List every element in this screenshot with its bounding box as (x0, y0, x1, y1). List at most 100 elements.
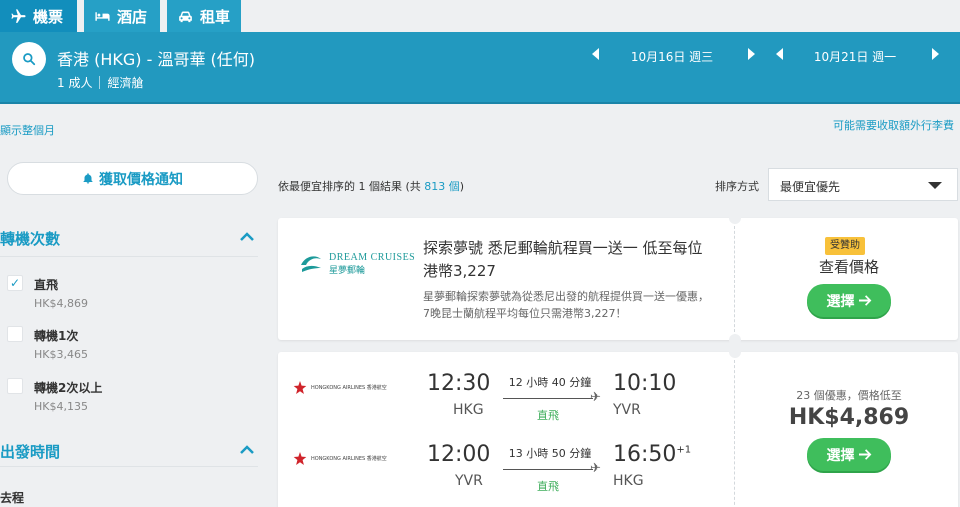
sort-label: 排序方式 (715, 180, 759, 193)
depart-date[interactable]: 10月16日 週三 (617, 48, 727, 65)
offers-count: 23 個優惠，價格低至 (796, 389, 902, 402)
dream-cruises-logo: DREAM CRUISES 星夢郵輪 (298, 251, 415, 277)
nonstop-checkbox[interactable]: ✓ (7, 275, 23, 291)
select-button-label: 選擇 (826, 293, 855, 310)
chevron-up-icon[interactable] (240, 445, 254, 455)
chevron-up-icon[interactable] (240, 232, 254, 242)
stops-filter-header[interactable]: 轉機次數 (0, 225, 258, 251)
flight-select-button[interactable]: 選擇 (807, 438, 891, 471)
price-alert-button[interactable]: 獲取價格通知 (7, 162, 258, 195)
arrow-right-icon (858, 449, 871, 460)
outbound-stops: 直飛 (537, 409, 559, 422)
bed-icon (95, 11, 110, 21)
inbound-origin-code: YVR (455, 473, 483, 489)
flight-line (503, 469, 593, 470)
tab-flights-label: 機票 (33, 7, 64, 26)
select-button-label: 選擇 (826, 447, 855, 464)
inbound-duration: 13 小時 50 分鐘 (508, 447, 592, 460)
divider (734, 226, 735, 332)
airline-name: HONGKONG AIRLINES 香港航空 (311, 456, 387, 462)
airline-name: HONGKONG AIRLINES 香港航空 (311, 385, 387, 391)
stops-option-label[interactable]: 轉機1次 (34, 327, 78, 344)
stops-filter-title: 轉機次數 (0, 230, 61, 248)
sponsored-badge: 受贊助 (825, 237, 865, 255)
outbound-duration: 12 小時 40 分鐘 (508, 376, 592, 389)
cabin-class: 經濟艙 (107, 76, 144, 90)
divider (734, 360, 735, 507)
flight-line (503, 398, 593, 399)
passenger-count: 1 成人 (57, 76, 93, 90)
stops-option-label[interactable]: 轉機2次以上 (34, 379, 102, 396)
outbound-origin-code: HKG (453, 402, 484, 418)
caret-down-icon (928, 182, 942, 189)
outbound-label: 去程 (0, 491, 25, 505)
ad-title[interactable]: 探索夢號 悉尼郵輪航程買一送一 低至每位港幣3,227 (423, 237, 713, 283)
lowest-price: HK$4,869 (788, 405, 910, 430)
stops-option-price: HK$4,869 (34, 297, 88, 310)
tab-hotels[interactable]: 酒店 (84, 0, 160, 32)
inbound-stops: 直飛 (537, 480, 559, 493)
outbound-depart-time: 12:30 (427, 371, 491, 396)
result-count-total[interactable]: 813 個 (424, 180, 460, 193)
plane-icon (11, 8, 26, 23)
sort-dropdown[interactable]: 最便宜優先 (768, 168, 958, 201)
inbound-destination-code: HKG (613, 473, 644, 489)
departure-time-filter-title: 出發時間 (0, 443, 61, 461)
tab-cars-label: 租車 (200, 7, 231, 26)
plane-icon: ✈ (590, 461, 601, 476)
hongkong-airlines-logo-icon (293, 381, 307, 394)
tab-hotels-label: 酒店 (117, 7, 148, 26)
two-plus-stops-checkbox[interactable] (7, 378, 23, 394)
ad-select-button[interactable]: 選擇 (807, 284, 891, 317)
search-summary-bar[interactable]: 香港 (HKG) - 溫哥華 (任何) 1 成人 經濟艙 10月16日 週三 1… (0, 32, 960, 104)
show-whole-month-link[interactable]: 顯示整個月 (0, 122, 55, 138)
baggage-fees-link[interactable]: 可能需要收取額外行李費 (833, 117, 954, 133)
car-icon (179, 11, 192, 22)
inbound-arrive-time-value: 16:50 (613, 442, 677, 467)
logo-subtext: 星夢郵輪 (329, 266, 366, 276)
cruise-logo-icon (301, 256, 321, 272)
tab-flights[interactable]: 機票 (0, 0, 77, 32)
card-notch (729, 334, 741, 346)
bell-icon (83, 173, 93, 184)
check-icon: ✓ (10, 276, 21, 290)
return-prev-date-arrow-icon[interactable] (776, 48, 783, 60)
search-button[interactable] (12, 42, 46, 76)
card-notch (729, 346, 741, 358)
divider (99, 76, 101, 89)
return-next-date-arrow-icon[interactable] (932, 48, 939, 60)
outbound-destination-code: YVR (613, 402, 641, 418)
divider (0, 466, 258, 467)
airline-logo: HONGKONG AIRLINES 香港航空 (293, 452, 387, 466)
inbound-depart-time: 12:00 (427, 442, 491, 467)
outbound-arrive-time: 10:10 (613, 371, 677, 396)
departure-time-filter-header[interactable]: 出發時間 (0, 438, 258, 464)
stops-option-price: HK$3,465 (34, 348, 88, 361)
tab-cars[interactable]: 租車 (167, 0, 241, 32)
airline-logo: HONGKONG AIRLINES 香港航空 (293, 381, 387, 395)
search-icon (23, 53, 36, 66)
ad-description: 星夢郵輪探索夢號為從悉尼出發的航程提供買一送一優惠，7晚昆士蘭航程平均每位只需港… (423, 290, 709, 320)
logo-text: DREAM CRUISES (329, 252, 416, 263)
route-summary: 香港 (HKG) - 溫哥華 (任何) (57, 50, 256, 69)
result-count-prefix: 依最便宜排序的 1 個結果 (共 (278, 180, 425, 193)
plane-icon: ✈ (590, 390, 601, 405)
sort-value: 最便宜優先 (780, 180, 841, 194)
result-count-suffix: ) (459, 180, 465, 193)
hongkong-airlines-logo-icon (293, 452, 307, 465)
result-count: 依最便宜排序的 1 個結果 (共 813 個) (278, 178, 464, 194)
depart-next-date-arrow-icon[interactable] (748, 48, 755, 60)
inbound-arrive-time: 16:50+1 (613, 442, 691, 467)
depart-prev-date-arrow-icon[interactable] (592, 48, 599, 60)
card-notch (729, 212, 741, 224)
divider (0, 256, 258, 257)
price-alert-label: 獲取價格通知 (99, 171, 183, 188)
one-stop-checkbox[interactable] (7, 326, 23, 342)
product-tabs: 機票 酒店 租車 (0, 0, 960, 32)
return-date[interactable]: 10月21日 週一 (800, 48, 910, 65)
view-price-label: 查看價格 (818, 258, 879, 276)
day-offset: +1 (676, 444, 692, 456)
passenger-summary: 1 成人 經濟艙 (57, 74, 143, 91)
arrow-right-icon (858, 295, 871, 306)
stops-option-label[interactable]: 直飛 (34, 276, 58, 293)
